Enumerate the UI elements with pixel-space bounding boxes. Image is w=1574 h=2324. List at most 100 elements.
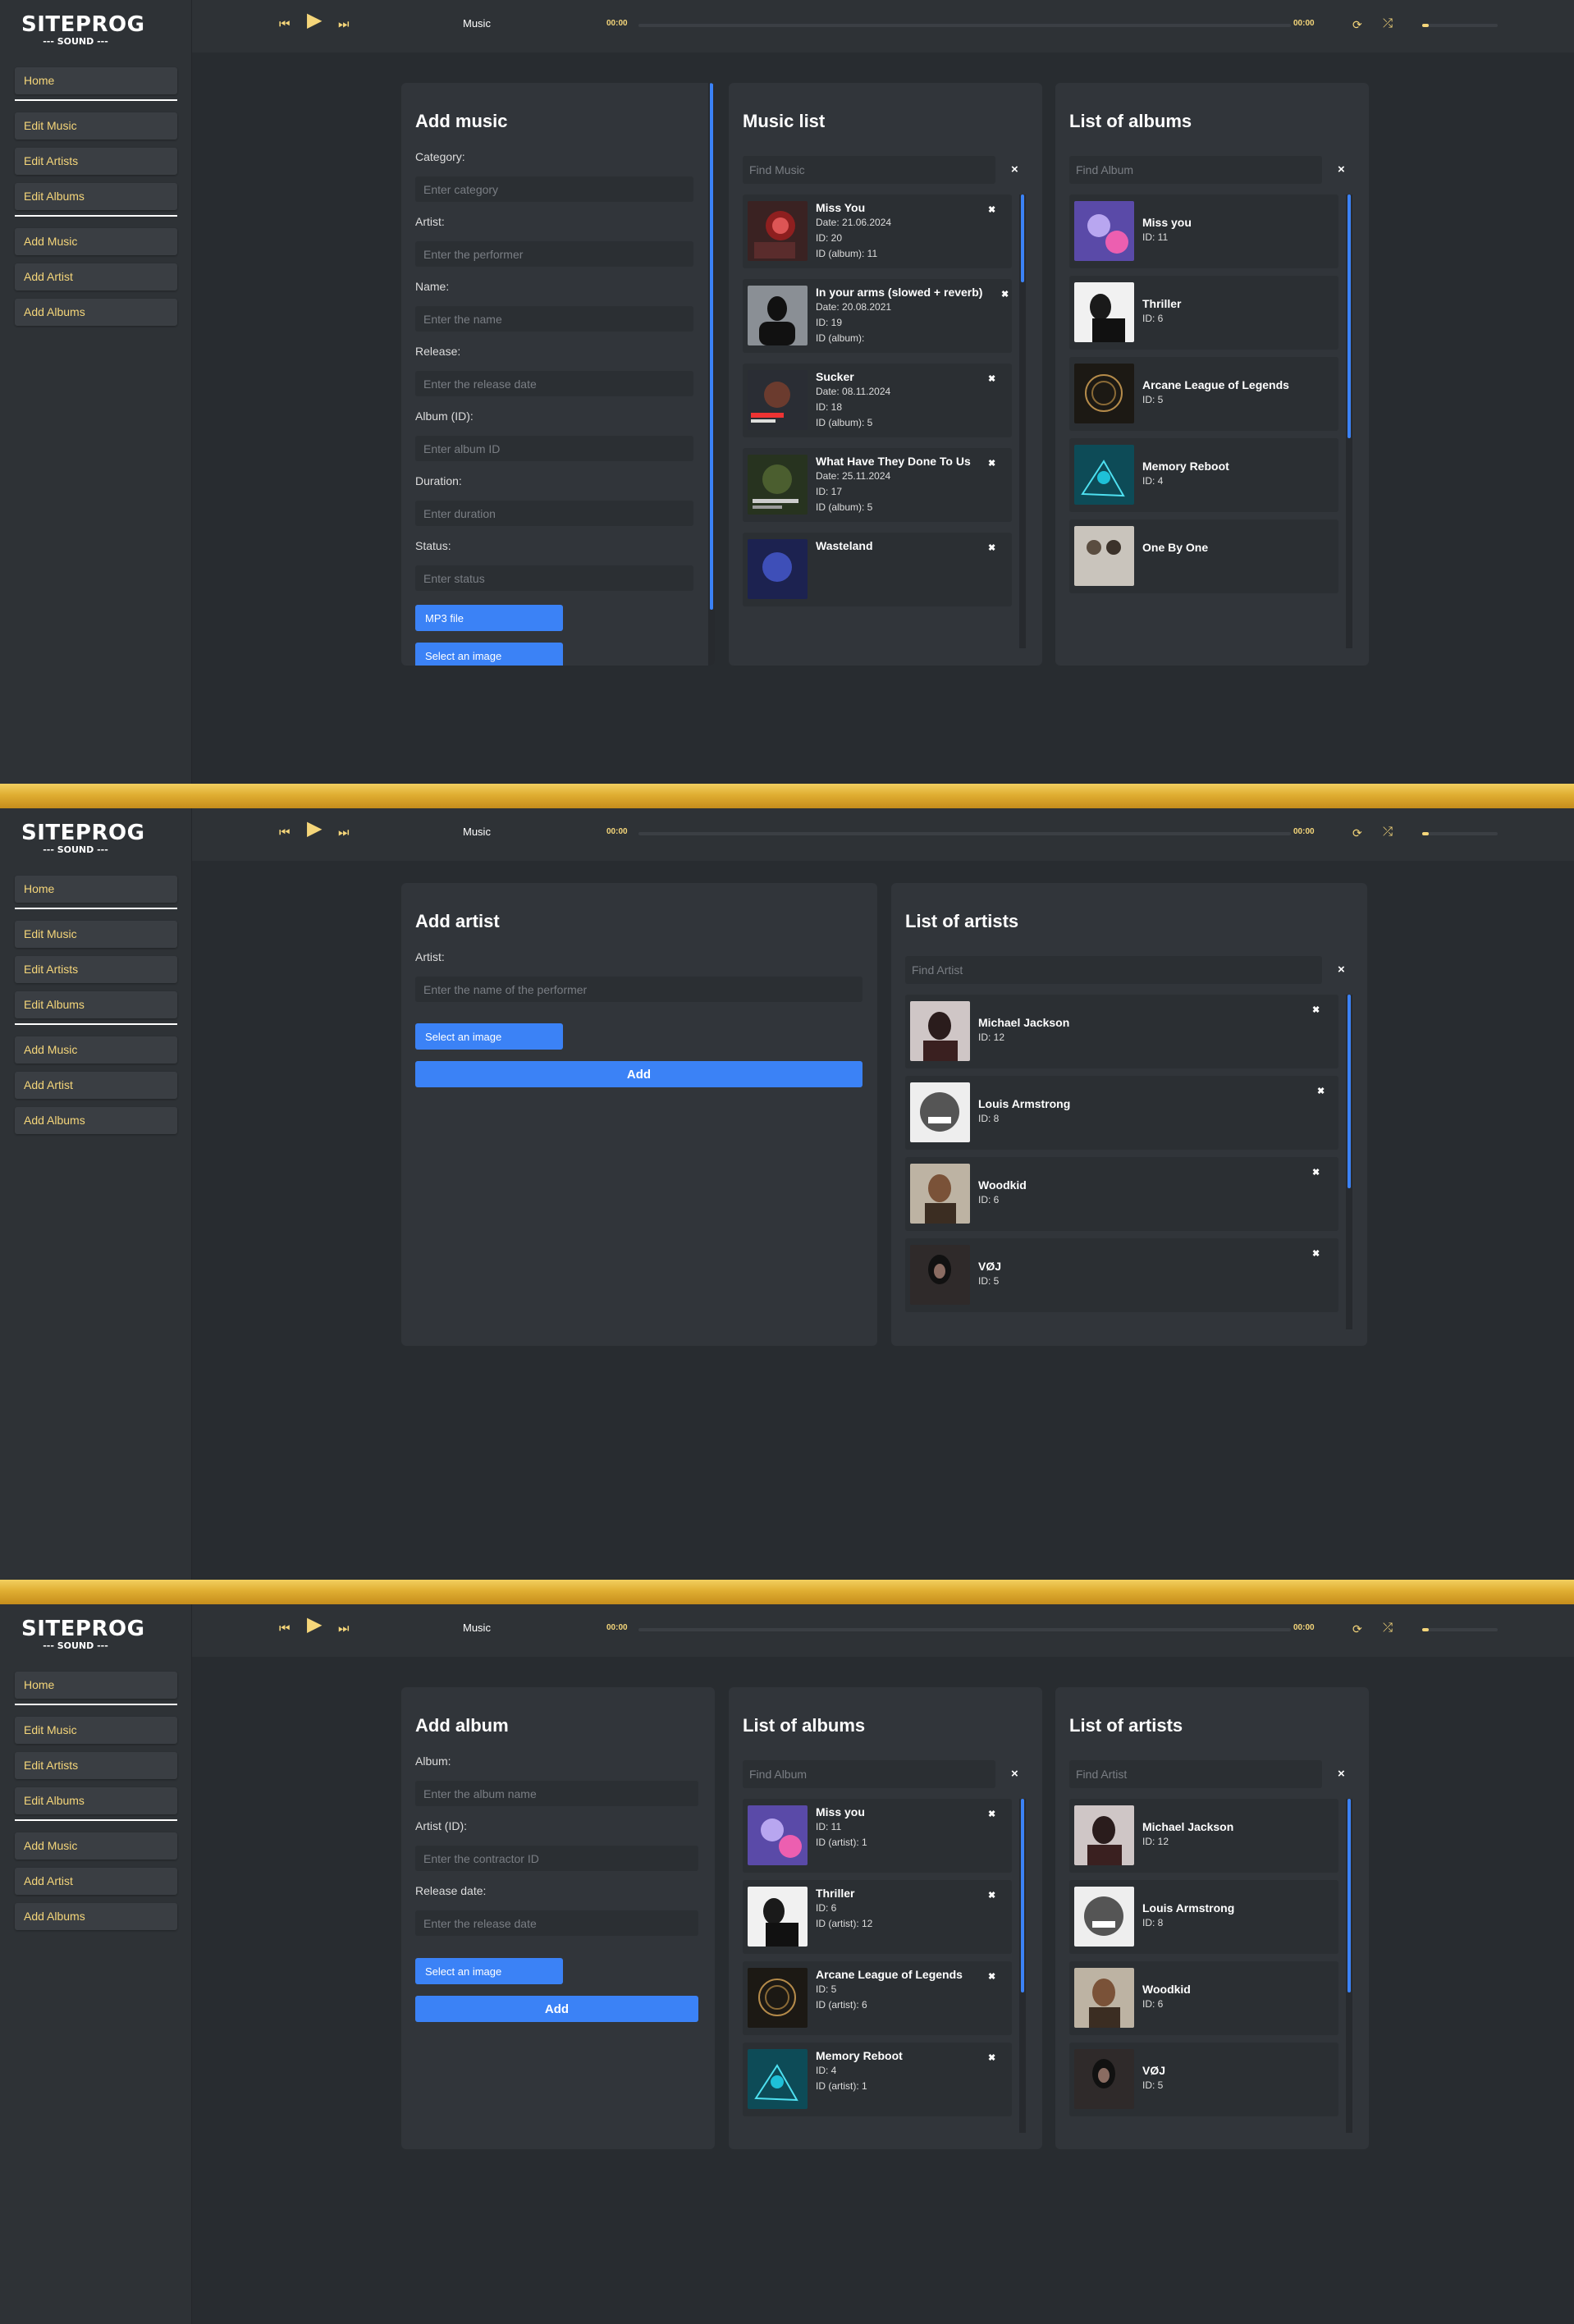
list-item[interactable]: What Have They Done To Us Date: 25.11.20… xyxy=(743,448,1012,522)
delete-icon[interactable]: ✖ xyxy=(988,1890,995,1901)
artist-name-input[interactable] xyxy=(415,977,862,1002)
list-item[interactable]: Sucker Date: 08.11.2024 ID: 18 ID (album… xyxy=(743,364,1012,437)
mp3-file-button[interactable]: MP3 file xyxy=(415,605,563,631)
delete-icon[interactable]: ✖ xyxy=(988,1971,995,1982)
nav-add-artist[interactable]: Add Artist xyxy=(15,1072,177,1099)
play-icon[interactable]: ▶ xyxy=(307,819,322,839)
select-image-button[interactable]: Select an image xyxy=(415,1023,563,1050)
release-date-input[interactable] xyxy=(415,1910,698,1936)
status-input[interactable] xyxy=(415,565,693,591)
repeat-icon[interactable]: ⟳ xyxy=(1352,16,1362,33)
list-scrollbar[interactable] xyxy=(1346,194,1352,648)
find-music-input[interactable] xyxy=(743,156,995,184)
list-item[interactable]: Wasteland ✖ xyxy=(743,533,1012,606)
clear-search-icon[interactable]: × xyxy=(1338,1767,1345,1781)
list-item[interactable]: Memory Reboot ID: 4 xyxy=(1069,438,1338,512)
clear-search-icon[interactable]: × xyxy=(1338,162,1345,176)
scroll-thumb[interactable] xyxy=(1348,194,1351,438)
delete-icon[interactable]: ✖ xyxy=(1312,1167,1320,1178)
release-input[interactable] xyxy=(415,371,693,396)
list-item[interactable]: VØJ ID: 5 xyxy=(1069,2043,1338,2116)
volume-slider[interactable] xyxy=(1422,24,1498,27)
form-scrollbar[interactable] xyxy=(708,83,715,666)
category-input[interactable] xyxy=(415,176,693,202)
play-icon[interactable]: ▶ xyxy=(307,1615,322,1635)
delete-icon[interactable]: ✖ xyxy=(1001,289,1009,300)
name-input[interactable] xyxy=(415,306,693,332)
album-id-input[interactable] xyxy=(415,436,693,461)
delete-icon[interactable]: ✖ xyxy=(988,373,995,384)
list-scrollbar[interactable] xyxy=(1019,1799,1026,2133)
list-item[interactable]: Arcane League of Legends ID: 5 xyxy=(1069,357,1338,431)
nav-add-music[interactable]: Add Music xyxy=(15,1832,177,1860)
repeat-icon[interactable]: ⟳ xyxy=(1352,825,1362,841)
list-scrollbar[interactable] xyxy=(1346,1799,1352,2133)
list-item[interactable]: In your arms (slowed + reverb) Date: 20.… xyxy=(743,279,1012,353)
delete-icon[interactable]: ✖ xyxy=(1312,1004,1320,1015)
skip-back-icon[interactable]: ⏮ xyxy=(279,16,291,33)
delete-icon[interactable]: ✖ xyxy=(1312,1248,1320,1259)
list-item[interactable]: Miss you ID: 11 ID (artist): 1 ✖ xyxy=(743,1799,1012,1873)
list-scrollbar[interactable] xyxy=(1346,995,1352,1329)
delete-icon[interactable]: ✖ xyxy=(988,458,995,469)
select-image-button[interactable]: Select an image xyxy=(415,1958,563,1984)
nav-edit-music[interactable]: Edit Music xyxy=(15,1717,177,1744)
clear-search-icon[interactable]: × xyxy=(1338,963,1345,977)
find-album-input[interactable] xyxy=(743,1760,995,1788)
delete-icon[interactable]: ✖ xyxy=(988,542,995,553)
list-item[interactable]: Woodkid ID: 6 xyxy=(1069,1961,1338,2035)
skip-back-icon[interactable]: ⏮ xyxy=(279,1621,291,1637)
artist-input[interactable] xyxy=(415,241,693,267)
album-name-input[interactable] xyxy=(415,1781,698,1806)
list-item[interactable]: Woodkid ID: 6 ✖ xyxy=(905,1157,1338,1231)
list-item[interactable]: Thriller ID: 6 xyxy=(1069,276,1338,350)
list-item[interactable]: Arcane League of Legends ID: 5 ID (artis… xyxy=(743,1961,1012,2035)
scroll-thumb[interactable] xyxy=(710,83,713,610)
nav-add-albums[interactable]: Add Albums xyxy=(15,1903,177,1930)
scroll-thumb[interactable] xyxy=(1348,1799,1351,1992)
nav-add-artist[interactable]: Add Artist xyxy=(15,263,177,290)
scroll-thumb[interactable] xyxy=(1021,194,1024,282)
list-item[interactable]: Louis Armstrong ID: 8 xyxy=(1069,1880,1338,1954)
list-item[interactable]: Louis Armstrong ID: 8 ✖ xyxy=(905,1076,1338,1150)
skip-forward-icon[interactable]: ⏭ xyxy=(338,825,350,841)
skip-back-icon[interactable]: ⏮ xyxy=(279,825,291,841)
scroll-thumb[interactable] xyxy=(1021,1799,1024,1992)
progress-slider[interactable] xyxy=(638,832,1291,835)
artist-id-input[interactable] xyxy=(415,1846,698,1871)
list-item[interactable]: Miss you ID: 11 xyxy=(1069,194,1338,268)
volume-slider[interactable] xyxy=(1422,832,1498,835)
duration-input[interactable] xyxy=(415,501,693,526)
list-item[interactable]: Memory Reboot ID: 4 ID (artist): 1 ✖ xyxy=(743,2043,1012,2116)
list-item[interactable]: One By One xyxy=(1069,519,1338,593)
find-artist-input[interactable] xyxy=(905,956,1322,984)
shuffle-icon[interactable]: ⤮ xyxy=(1383,16,1393,32)
nav-add-albums[interactable]: Add Albums xyxy=(15,1107,177,1134)
list-scrollbar[interactable] xyxy=(1019,194,1026,648)
nav-add-artist[interactable]: Add Artist xyxy=(15,1868,177,1895)
select-image-button[interactable]: Select an image xyxy=(415,643,563,666)
clear-search-icon[interactable]: × xyxy=(1011,1767,1018,1781)
nav-home[interactable]: Home xyxy=(15,67,177,94)
shuffle-icon[interactable]: ⤮ xyxy=(1383,824,1393,840)
clear-search-icon[interactable]: × xyxy=(1011,162,1018,176)
nav-home[interactable]: Home xyxy=(15,1672,177,1699)
list-item[interactable]: Miss You Date: 21.06.2024 ID: 20 ID (alb… xyxy=(743,194,1012,268)
nav-add-music[interactable]: Add Music xyxy=(15,228,177,255)
nav-edit-albums[interactable]: Edit Albums xyxy=(15,1787,177,1814)
find-album-input[interactable] xyxy=(1069,156,1322,184)
delete-icon[interactable]: ✖ xyxy=(1317,1086,1325,1096)
add-artist-button[interactable]: Add xyxy=(415,1061,862,1087)
list-item[interactable]: VØJ ID: 5 ✖ xyxy=(905,1238,1338,1312)
nav-edit-artists[interactable]: Edit Artists xyxy=(15,1752,177,1779)
skip-forward-icon[interactable]: ⏭ xyxy=(338,1621,350,1637)
progress-slider[interactable] xyxy=(638,1628,1291,1631)
delete-icon[interactable]: ✖ xyxy=(988,204,995,215)
repeat-icon[interactable]: ⟳ xyxy=(1352,1621,1362,1637)
delete-icon[interactable]: ✖ xyxy=(988,1809,995,1819)
shuffle-icon[interactable]: ⤮ xyxy=(1383,1620,1393,1636)
nav-edit-albums[interactable]: Edit Albums xyxy=(15,183,177,210)
nav-edit-artists[interactable]: Edit Artists xyxy=(15,956,177,983)
add-album-button[interactable]: Add xyxy=(415,1996,698,2022)
list-item[interactable]: Thriller ID: 6 ID (artist): 12 ✖ xyxy=(743,1880,1012,1954)
